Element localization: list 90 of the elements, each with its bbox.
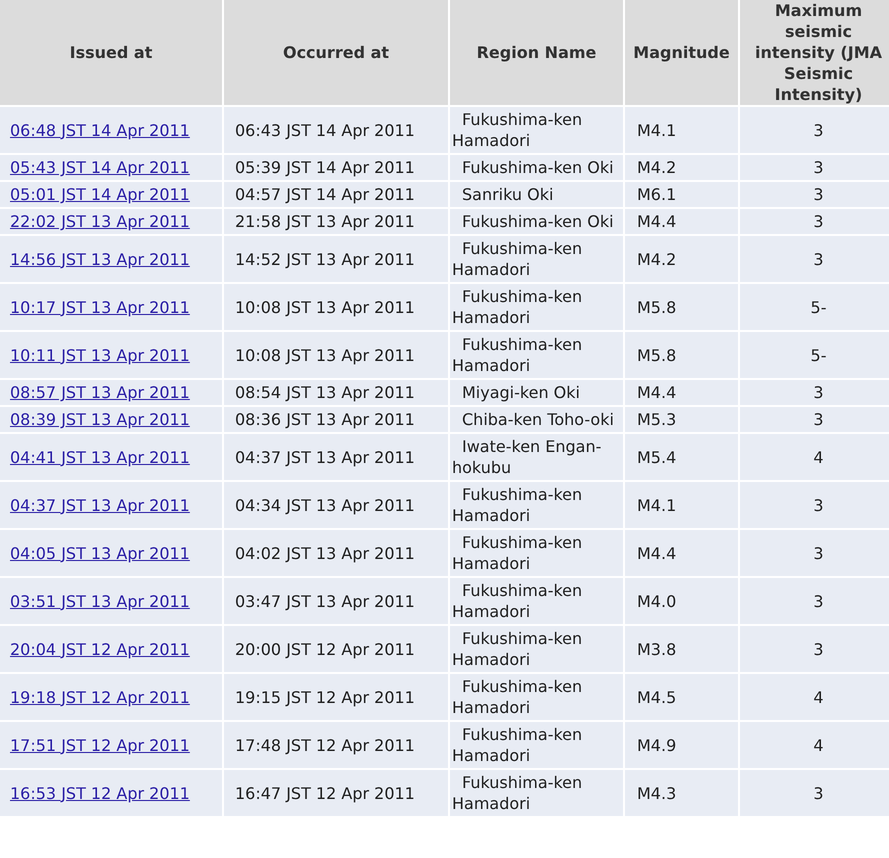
issued-time-link[interactable]: 10:11 JST 13 Apr 2011 — [10, 346, 190, 364]
table-cell: Fukushima-ken Hamadori — [450, 722, 623, 768]
table-cell: Fukushima-ken Hamadori — [450, 332, 623, 378]
table-cell: Fukushima-ken Hamadori — [450, 107, 623, 153]
table-cell: 4 — [740, 722, 889, 768]
table-cell: 4 — [740, 674, 889, 720]
table-cell: M4.2 — [625, 236, 738, 282]
table-cell: 05:39 JST 14 Apr 2011 — [224, 155, 448, 180]
table-cell: M4.0 — [625, 578, 738, 624]
table-cell: M4.1 — [625, 482, 738, 528]
table-cell: 4 — [740, 434, 889, 480]
issued-time-link[interactable]: 16:53 JST 12 Apr 2011 — [10, 784, 190, 802]
table-cell: 06:43 JST 14 Apr 2011 — [224, 107, 448, 153]
table-cell: Fukushima-ken Hamadori — [450, 578, 623, 624]
table-cell: 19:15 JST 12 Apr 2011 — [224, 674, 448, 720]
table-cell: 3 — [740, 380, 889, 405]
column-header: Maximum seismic intensity (JMA Seismic Intensity) — [740, 0, 889, 105]
table-cell: Miyagi-ken Oki — [450, 380, 623, 405]
table-cell: M5.8 — [625, 332, 738, 378]
column-header: Magnitude — [625, 0, 738, 105]
issued-time-link[interactable]: 08:57 JST 13 Apr 2011 — [10, 383, 190, 402]
column-header: Occurred at — [224, 0, 448, 105]
table-cell: M6.1 — [625, 182, 738, 207]
table-cell: 04:57 JST 14 Apr 2011 — [224, 182, 448, 207]
table-cell: 3 — [740, 236, 889, 282]
table-cell: 20:00 JST 12 Apr 2011 — [224, 626, 448, 672]
table-cell: Fukushima-ken Hamadori — [450, 284, 623, 330]
column-header: Region Name — [450, 0, 623, 105]
table-cell: M3.8 — [625, 626, 738, 672]
table-cell: Fukushima-ken Hamadori — [450, 482, 623, 528]
issued-time-link[interactable]: 06:48 JST 14 Apr 2011 — [10, 120, 190, 140]
table-cell: Iwate-ken Engan-hokubu — [450, 434, 623, 480]
issued-time-link[interactable]: 20:04 JST 12 Apr 2011 — [10, 640, 190, 658]
issued-time-link[interactable]: 04:37 JST 13 Apr 2011 — [10, 496, 190, 514]
table-cell: 3 — [740, 107, 889, 153]
table-cell: 10:08 JST 13 Apr 2011 — [224, 284, 448, 330]
table-cell: Fukushima-ken Hamadori — [450, 626, 623, 672]
table-cell: M5.4 — [625, 434, 738, 480]
issued-time-link[interactable]: 04:05 JST 13 Apr 2011 — [10, 544, 190, 562]
table-cell: 3 — [740, 578, 889, 624]
table-cell: Chiba-ken Toho-oki — [450, 407, 623, 432]
table-cell: 08:36 JST 13 Apr 2011 — [224, 407, 448, 432]
table-cell: M4.4 — [625, 380, 738, 405]
table-cell: 17:48 JST 12 Apr 2011 — [224, 722, 448, 768]
table-cell: M4.4 — [625, 530, 738, 576]
table-cell: M4.9 — [625, 722, 738, 768]
table-cell: 5- — [740, 284, 889, 330]
table-cell: 3 — [740, 182, 889, 207]
table-cell: 3 — [740, 155, 889, 180]
table-cell: Fukushima-ken Hamadori — [450, 530, 623, 576]
column-header: Issued at — [0, 0, 222, 105]
table-cell: Fukushima-ken Hamadori — [450, 674, 623, 720]
table-cell: 3 — [740, 482, 889, 528]
table-cell: 3 — [740, 770, 889, 816]
table-cell: 3 — [740, 626, 889, 672]
issued-time-link[interactable]: 03:51 JST 13 Apr 2011 — [10, 592, 190, 610]
issued-time-link[interactable]: 22:02 JST 13 Apr 2011 — [10, 212, 190, 231]
issued-time-link[interactable]: 04:41 JST 13 Apr 2011 — [10, 448, 190, 466]
table-cell: 04:02 JST 13 Apr 2011 — [224, 530, 448, 576]
issued-time-link[interactable]: 05:01 JST 14 Apr 2011 — [10, 185, 190, 204]
table-cell: 5- — [740, 332, 889, 378]
table-cell: 21:58 JST 13 Apr 2011 — [224, 209, 448, 234]
issued-time-link[interactable]: 19:18 JST 12 Apr 2011 — [10, 688, 190, 706]
issued-time-link[interactable]: 17:51 JST 12 Apr 2011 — [10, 736, 190, 754]
table-cell: M4.1 — [625, 107, 738, 153]
table-cell: 10:08 JST 13 Apr 2011 — [224, 332, 448, 378]
table-cell: 16:47 JST 12 Apr 2011 — [224, 770, 448, 816]
table-cell: 3 — [740, 530, 889, 576]
table-cell: 3 — [740, 407, 889, 432]
table-cell: 14:52 JST 13 Apr 2011 — [224, 236, 448, 282]
table-cell: Fukushima-ken Hamadori — [450, 236, 623, 282]
table-cell: 08:54 JST 13 Apr 2011 — [224, 380, 448, 405]
table-cell: Fukushima-ken Oki — [450, 209, 623, 234]
table-cell: M5.8 — [625, 284, 738, 330]
table-cell: M4.5 — [625, 674, 738, 720]
table-cell: 04:37 JST 13 Apr 2011 — [224, 434, 448, 480]
issued-time-link[interactable]: 14:56 JST 13 Apr 2011 — [10, 250, 190, 268]
table-cell: 04:34 JST 13 Apr 2011 — [224, 482, 448, 528]
table-cell: M5.3 — [625, 407, 738, 432]
table-cell: Fukushima-ken Oki — [450, 155, 623, 180]
issued-time-link[interactable]: 05:43 JST 14 Apr 2011 — [10, 158, 190, 177]
table-cell: Fukushima-ken Hamadori — [450, 770, 623, 816]
table-cell: Sanriku Oki — [450, 182, 623, 207]
table-cell: M4.4 — [625, 209, 738, 234]
issued-time-link[interactable]: 10:17 JST 13 Apr 2011 — [10, 298, 190, 316]
table-cell: 3 — [740, 209, 889, 234]
table-cell: M4.2 — [625, 155, 738, 180]
issued-time-link[interactable]: 08:39 JST 13 Apr 2011 — [10, 410, 190, 429]
table-cell: 03:47 JST 13 Apr 2011 — [224, 578, 448, 624]
table-cell: M4.3 — [625, 770, 738, 816]
